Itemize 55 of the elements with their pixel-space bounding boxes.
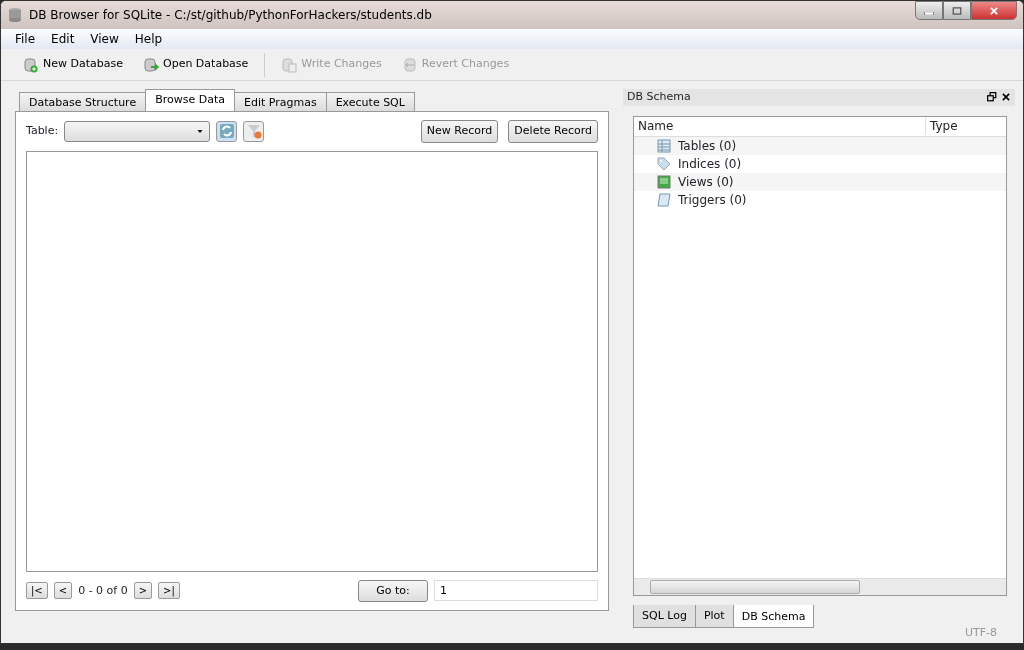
tab[interactable]: Database Structure [19,92,147,111]
record-button[interactable]: Delete Record [508,120,598,143]
refresh-icon [218,123,235,140]
tree-item[interactable]: Tables (0) [678,136,737,155]
next-page-button[interactable]: > [133,582,153,600]
tab[interactable]: Browse Data [145,89,235,111]
scrollbar-thumb[interactable] [650,579,860,594]
minimize-button[interactable] [915,1,943,20]
refresh-button[interactable] [216,120,238,142]
table-label: Table: [26,123,59,139]
filter-clear-icon [245,123,262,140]
table-icon [656,137,672,154]
horizontal-scrollbar[interactable] [634,577,1006,595]
menu-item[interactable]: File [7,29,44,49]
tree-item[interactable]: Views (0) [678,172,734,191]
tag-icon [656,155,672,172]
dock-title: DB Schema [627,89,691,105]
float-icon [987,92,997,103]
database-icon [7,7,23,23]
toolbar-button[interactable]: Open Database [135,54,257,75]
tab[interactable]: Edit Pragmas [234,92,327,111]
close-icon [1001,92,1011,103]
goto-button[interactable]: Go to: [358,579,428,602]
record-button[interactable]: New Record [420,120,499,143]
encoding-label: UTF-8 [964,624,997,641]
toolbar-button[interactable]: New Database [15,54,131,75]
first-page-button[interactable]: |< [26,582,48,600]
menu-item[interactable]: Help [126,29,171,49]
clear-filter-button[interactable] [243,120,265,142]
table-dropdown[interactable] [64,120,211,142]
database-disk-icon [281,56,298,73]
database-plus-icon [23,56,39,73]
tree-item[interactable]: Triggers (0) [678,190,747,209]
tree-item[interactable]: Indices (0) [678,154,742,173]
record-range: 0 - 0 of 0 [78,582,128,599]
minimize-icon [924,12,934,15]
dock-tab[interactable]: SQL Log [633,604,696,628]
close-icon [989,5,999,16]
column-header[interactable]: Name [634,117,926,135]
scroll-icon [656,191,672,208]
maximize-button[interactable] [943,1,971,20]
window-title: DB Browser for SQLite - C:/st/github/PythonForHackers/students.db [29,7,432,24]
last-page-button[interactable]: >| [158,582,180,600]
goto-field[interactable]: 1 [434,580,598,602]
picture-icon [656,173,672,190]
previous-page-button[interactable]: < [53,582,73,600]
dock-tab[interactable]: Plot [694,604,734,628]
database-undo-icon [401,56,418,73]
close-button[interactable] [971,1,1017,20]
menu-item[interactable]: Edit [43,29,83,49]
maximize-icon [952,5,962,16]
column-header[interactable]: Type [926,117,962,135]
tab[interactable]: Execute SQL [325,92,415,111]
menu-item[interactable]: View [82,29,127,49]
dock-tab[interactable]: DB Schema [732,604,815,628]
